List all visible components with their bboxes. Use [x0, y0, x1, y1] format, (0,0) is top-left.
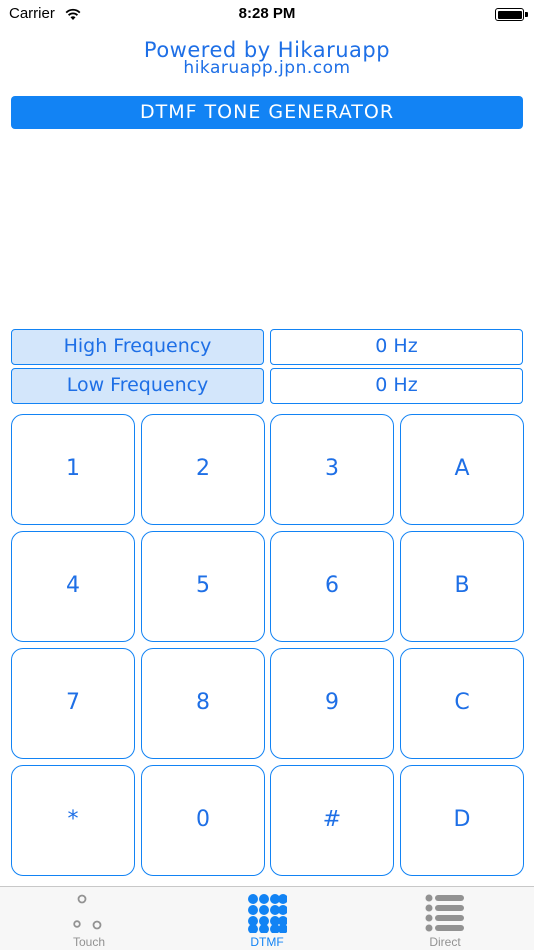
tab-touch-label: Touch: [72, 935, 106, 949]
tab-touch[interactable]: Touch: [0, 887, 178, 950]
high-frequency-label: High Frequency: [11, 329, 264, 365]
key-6[interactable]: 6: [270, 531, 394, 642]
clock: 8:28 PM: [238, 5, 296, 22]
tab-direct[interactable]: Direct: [356, 887, 534, 950]
key-1[interactable]: 1: [11, 414, 135, 525]
key-9[interactable]: 9: [270, 648, 394, 759]
key-star[interactable]: *: [11, 765, 135, 876]
key-4[interactable]: 4: [11, 531, 135, 642]
high-frequency-value: 0 Hz: [270, 329, 523, 365]
list-icon: [425, 894, 464, 932]
status-bar: Carrier 8:28 PM: [0, 0, 534, 30]
low-frequency-value: 0 Hz: [270, 368, 523, 404]
key-d[interactable]: D: [400, 765, 524, 876]
battery-icon: [495, 8, 524, 21]
key-8[interactable]: 8: [141, 648, 265, 759]
tab-dtmf-label: DTMF: [250, 935, 284, 949]
tab-bar: Touch DTMF Direct: [0, 886, 534, 950]
key-0[interactable]: 0: [141, 765, 265, 876]
tab-dtmf[interactable]: DTMF: [178, 887, 356, 950]
low-frequency-label: Low Frequency: [11, 368, 264, 404]
page-title: DTMF TONE GENERATOR: [11, 96, 523, 129]
dtmf-grid-icon: [248, 894, 287, 933]
key-b[interactable]: B: [400, 531, 524, 642]
key-a[interactable]: A: [400, 414, 524, 525]
tab-direct-label: Direct: [429, 935, 461, 949]
key-5[interactable]: 5: [141, 531, 265, 642]
touch-dots-icon: [73, 894, 102, 930]
key-2[interactable]: 2: [141, 414, 265, 525]
key-7[interactable]: 7: [11, 648, 135, 759]
key-hash[interactable]: #: [270, 765, 394, 876]
website-link[interactable]: hikaruapp.jpn.com: [0, 58, 534, 78]
battery-tip: [525, 12, 528, 17]
key-3[interactable]: 3: [270, 414, 394, 525]
key-c[interactable]: C: [400, 648, 524, 759]
